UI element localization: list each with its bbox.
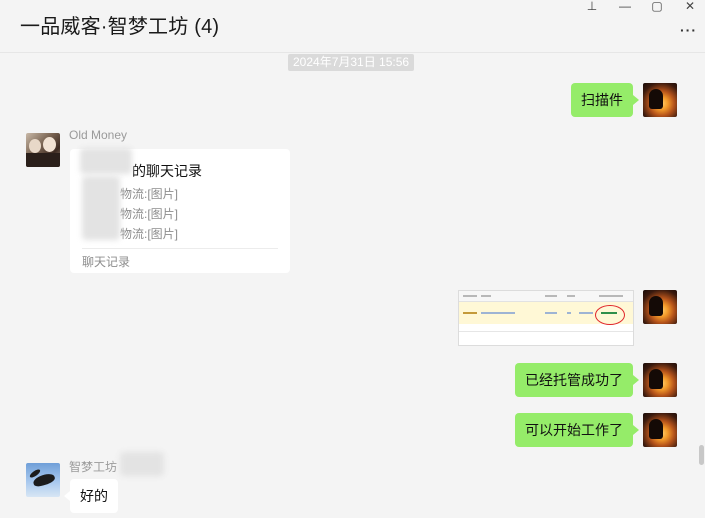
maximize-icon[interactable]: ▢ <box>645 0 669 14</box>
old-money-avatar[interactable] <box>26 133 60 167</box>
chat-record-footer: 聊天记录 <box>82 255 131 269</box>
self-avatar[interactable] <box>643 363 677 397</box>
chat-record-title: 的聊天记录 <box>132 163 202 179</box>
blurred-redaction <box>120 452 164 476</box>
title-bar: 一品威客·智梦工坊 (4) ⊥ — ▢ ✕ ··· <box>0 0 705 53</box>
chat-record-line: 物流:[图片] <box>120 207 179 221</box>
zhimeng-avatar[interactable] <box>26 463 60 497</box>
message-bubble-self[interactable]: 扫描件 <box>571 83 639 117</box>
message-bubble-self[interactable]: 可以开始工作了 <box>515 413 639 447</box>
close-icon[interactable]: ✕ <box>678 0 702 14</box>
self-avatar[interactable] <box>643 83 677 117</box>
sender-name: Old Money <box>69 128 128 142</box>
sender-name: 智梦工坊 <box>69 460 118 474</box>
message-timestamp: 2024年7月31日 15:56 <box>288 54 415 71</box>
chat-record-line: 物流:[图片] <box>120 227 179 241</box>
blurred-redaction <box>82 176 120 240</box>
chat-record-line: 物流:[图片] <box>120 187 179 201</box>
chat-title: 一品威客·智梦工坊 (4) <box>20 16 220 38</box>
annotation-circle <box>595 305 625 325</box>
minimize-icon[interactable]: — <box>613 0 637 14</box>
blurred-redaction <box>80 148 132 174</box>
message-bubble-self[interactable]: 已经托管成功了 <box>515 363 639 397</box>
more-options-icon[interactable]: ··· <box>680 22 697 38</box>
pin-icon[interactable]: ⊥ <box>580 0 604 14</box>
self-avatar[interactable] <box>643 290 677 324</box>
image-message-thumbnail[interactable] <box>458 290 634 346</box>
divider <box>82 248 278 249</box>
chat-window: 一品威客·智梦工坊 (4) ⊥ — ▢ ✕ ··· 2024年7月31日 15:… <box>0 0 705 518</box>
scrollbar-thumb[interactable] <box>699 445 704 465</box>
message-bubble-other[interactable]: 好的 <box>64 479 118 513</box>
self-avatar[interactable] <box>643 413 677 447</box>
